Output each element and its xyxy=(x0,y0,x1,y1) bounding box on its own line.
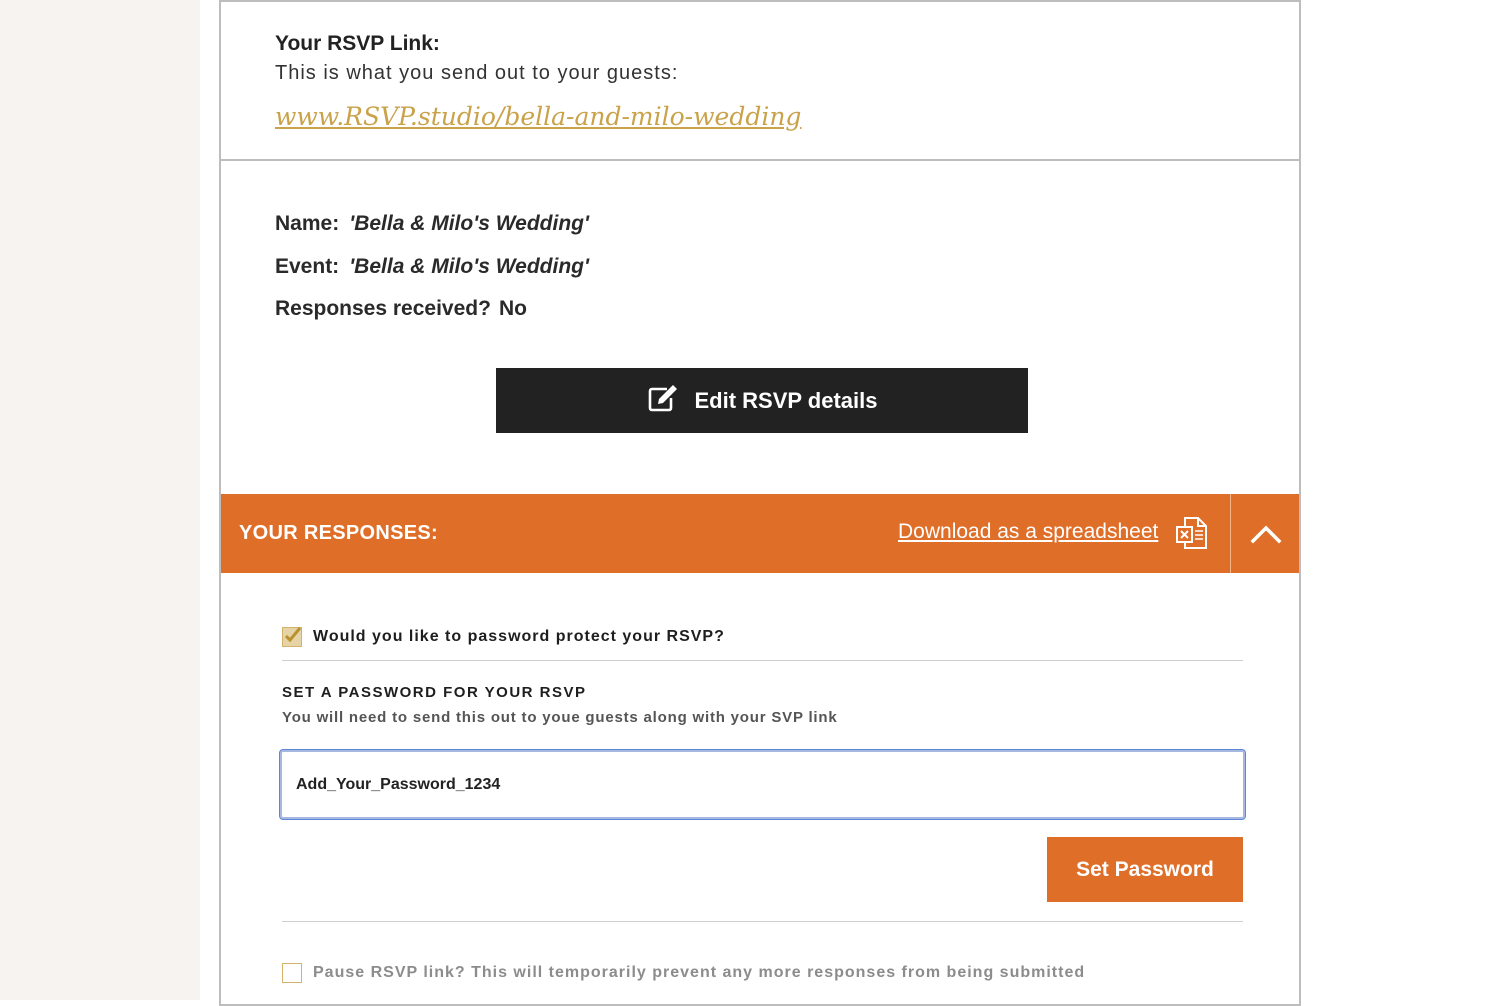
rsvp-link-section: Your RSVP Link: This is what you send ou… xyxy=(221,2,1299,161)
checkmark-icon xyxy=(284,627,302,643)
rsvp-link-subtitle: This is what you send out to your guests… xyxy=(275,62,679,84)
download-spreadsheet-link[interactable]: Download as a spreadsheet xyxy=(898,520,1158,544)
chevron-up-icon xyxy=(1250,525,1282,543)
event-value: 'Bella & Milo's Wedding' xyxy=(349,255,589,278)
name-value: 'Bella & Milo's Wedding' xyxy=(349,212,589,235)
collapse-responses-button[interactable] xyxy=(1231,494,1301,573)
set-password-button[interactable]: Set Password xyxy=(1047,837,1243,902)
responses-header-bar: YOUR RESPONSES: Download as a spreadshee… xyxy=(221,494,1299,573)
event-label: Event: xyxy=(275,255,340,278)
responses-value: No xyxy=(498,297,527,320)
rsvp-panel: Your RSVP Link: This is what you send ou… xyxy=(219,0,1301,1006)
excel-file-icon[interactable] xyxy=(1176,516,1208,550)
edit-rsvp-label: Edit RSVP details xyxy=(694,387,878,413)
edit-icon xyxy=(647,383,679,419)
name-label: Name: xyxy=(275,212,340,235)
responses-label: Responses received? xyxy=(275,297,491,320)
page-side-background xyxy=(0,0,200,1000)
password-input[interactable] xyxy=(279,749,1246,820)
event-row: Event: 'Bella & Milo's Wedding' xyxy=(275,255,589,279)
password-protect-label: Would you like to password protect your … xyxy=(313,628,725,645)
pause-rsvp-label: Pause RSVP link? This will temporarily p… xyxy=(313,964,1086,981)
edit-rsvp-button[interactable]: Edit RSVP details xyxy=(496,368,1028,433)
set-password-title: SET A PASSWORD FOR YOUR RSVP xyxy=(282,684,587,701)
name-row: Name: 'Bella & Milo's Wedding' xyxy=(275,212,589,236)
divider xyxy=(282,660,1243,661)
password-protect-checkbox[interactable] xyxy=(282,627,302,647)
responses-row: Responses received? No xyxy=(275,297,527,321)
responses-title: YOUR RESPONSES: xyxy=(239,522,438,544)
rsvp-url-link[interactable]: www.RSVP.studio/bella-and-milo-wedding xyxy=(275,102,801,131)
pause-rsvp-checkbox[interactable] xyxy=(282,963,302,983)
set-password-subtitle: You will need to send this out to youe g… xyxy=(282,709,838,726)
rsvp-link-title: Your RSVP Link: xyxy=(275,32,440,55)
divider xyxy=(282,921,1243,922)
